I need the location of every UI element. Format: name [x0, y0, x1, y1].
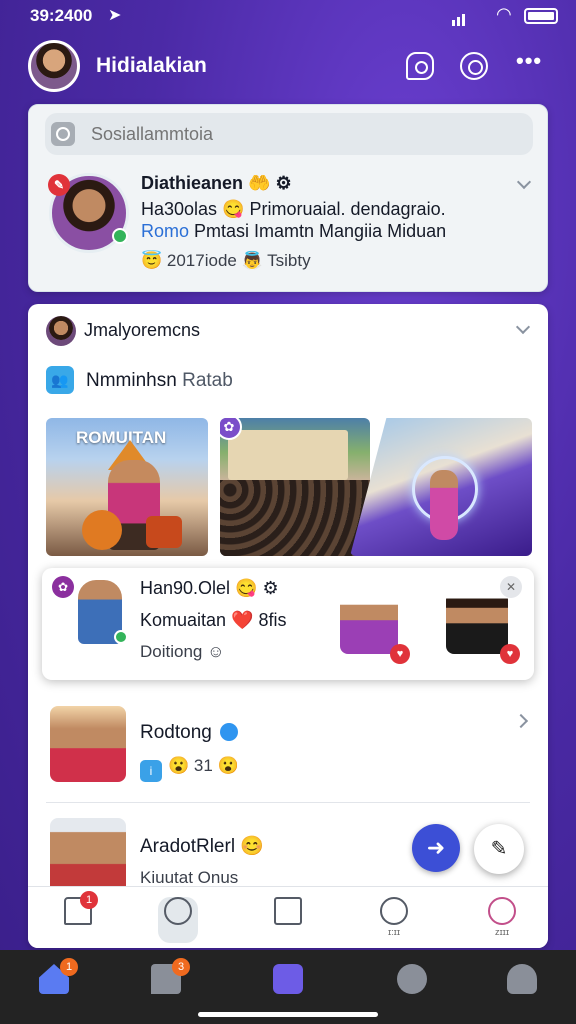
edit-button[interactable]: ✎	[474, 824, 524, 874]
user-icon	[507, 964, 537, 994]
tab-caption: zɪɪɪ	[494, 927, 510, 937]
nav-settings[interactable]	[392, 964, 432, 998]
heart-icon: ♥	[500, 644, 520, 664]
tab-caption: ɪ:ɪɪ	[387, 927, 401, 937]
signal-icon	[452, 8, 467, 26]
notification-badge: 1	[80, 891, 98, 909]
home-indicator	[198, 1012, 378, 1017]
post-author-name[interactable]: Diathieanen 🤲 ⚙	[141, 173, 292, 194]
list-item-title: AradotRlerl 😊	[140, 836, 264, 857]
post-meta: 😇 2017iode 👼 Tsibty	[141, 251, 311, 270]
status-bar: 39:2400 ➤ ◠	[0, 0, 576, 32]
chevron-down-icon[interactable]	[516, 174, 532, 190]
camera-icon[interactable]	[460, 52, 488, 80]
close-icon[interactable]: ✕	[500, 576, 522, 598]
list-item-thumbnail	[50, 818, 126, 894]
shared-post-meta: Doitiong ☺	[140, 642, 225, 661]
heart-icon: ♥	[390, 644, 410, 664]
feed-author-name[interactable]: Jmalyoremcns	[84, 320, 200, 341]
online-status-icon	[112, 228, 128, 244]
list-item-subtitle: Kiuutat Onus	[140, 868, 239, 887]
search-icon	[51, 122, 75, 146]
tab-download[interactable]: ɪ:ɪɪ	[374, 897, 414, 943]
chevron-down-icon[interactable]	[515, 319, 531, 335]
feed-photo-2[interactable]: ✿	[220, 418, 370, 556]
chevron-right-icon[interactable]	[513, 713, 529, 729]
tab-search[interactable]	[158, 897, 198, 943]
nav-messages[interactable]: 3	[146, 958, 190, 998]
notification-badge: 3	[172, 958, 190, 976]
feed-photo-3[interactable]	[350, 418, 532, 556]
gear-icon	[397, 964, 427, 994]
shared-photo-1[interactable]	[340, 592, 398, 654]
app-title: Hidialakian	[96, 54, 207, 77]
status-time: 39:2400	[30, 6, 93, 25]
feed-card: Jmalyoremcns 👥 Nmminhsn Ratab ROMUITAN ✿…	[28, 304, 548, 948]
nav-profile[interactable]	[502, 964, 542, 998]
feed-photo-1[interactable]: ROMUITAN	[46, 418, 208, 556]
clock-icon	[273, 964, 303, 994]
download-icon	[380, 897, 408, 925]
app-header: Hidialakian •••	[0, 38, 576, 94]
divider	[46, 802, 530, 803]
shared-post-text: Komuaitan ❤️ 8fis	[140, 610, 287, 630]
post-author-avatar[interactable]: ✎	[48, 173, 129, 253]
shared-post-title: Han90.Olel 😋 ⚙	[140, 578, 279, 598]
group-label[interactable]: Nmminhsn Ratab	[86, 370, 233, 392]
tab-profile[interactable]: zɪɪɪ	[482, 897, 522, 943]
inner-tab-bar: 1 ɪ:ɪɪ zɪɪɪ	[28, 886, 548, 948]
nav-create[interactable]	[268, 964, 308, 998]
share-button[interactable]: ➜	[412, 824, 460, 872]
group-badge-icon: ✿	[52, 576, 74, 598]
send-icon	[274, 897, 302, 925]
notification-badge: 1	[60, 958, 78, 976]
list-item-subtitle: i 😮 31 😮	[140, 756, 239, 782]
tab-send[interactable]	[268, 897, 308, 943]
search-icon	[164, 897, 192, 925]
top-post-card: ✎ Diathieanen 🤲 ⚙ Ha30olas 😋 Primoruaial…	[28, 104, 548, 292]
post-tag[interactable]: Romo	[141, 221, 189, 241]
more-icon[interactable]: •••	[516, 48, 544, 76]
user-icon	[488, 897, 516, 925]
location-arrow-icon: ➤	[108, 7, 122, 24]
live-badge-icon: ✎	[48, 174, 70, 196]
shared-photo-2[interactable]	[446, 592, 508, 654]
verified-icon	[219, 723, 238, 741]
chat-icon[interactable]	[406, 52, 434, 80]
profile-avatar[interactable]	[28, 40, 80, 92]
search-input[interactable]	[91, 121, 521, 147]
post-text-line-2: Romo Pmtasi Imamtn Mangiia Miduan	[141, 221, 447, 241]
list-item-thumbnail	[50, 706, 126, 782]
search-bar[interactable]	[45, 113, 533, 155]
list-item[interactable]: Rodtong i 😮 31 😮	[46, 706, 530, 786]
shared-post-card[interactable]: ✿ Han90.Olel 😋 ⚙ Komuaitan ❤️ 8fis Doiti…	[42, 568, 534, 680]
battery-icon	[524, 8, 558, 24]
list-item-title: Rodtong	[140, 722, 238, 744]
group-icon: 👥	[46, 366, 74, 394]
info-icon: i	[140, 760, 162, 782]
shared-author-avatar	[78, 580, 128, 644]
feed-author-avatar[interactable]	[46, 316, 76, 346]
nav-home[interactable]: 1	[34, 958, 78, 998]
tab-home[interactable]: 1	[58, 891, 98, 943]
wifi-icon: ◠	[496, 4, 512, 24]
post-text-line-1: Ha30olas 😋 Primoruaial. dendagraio.	[141, 199, 446, 219]
